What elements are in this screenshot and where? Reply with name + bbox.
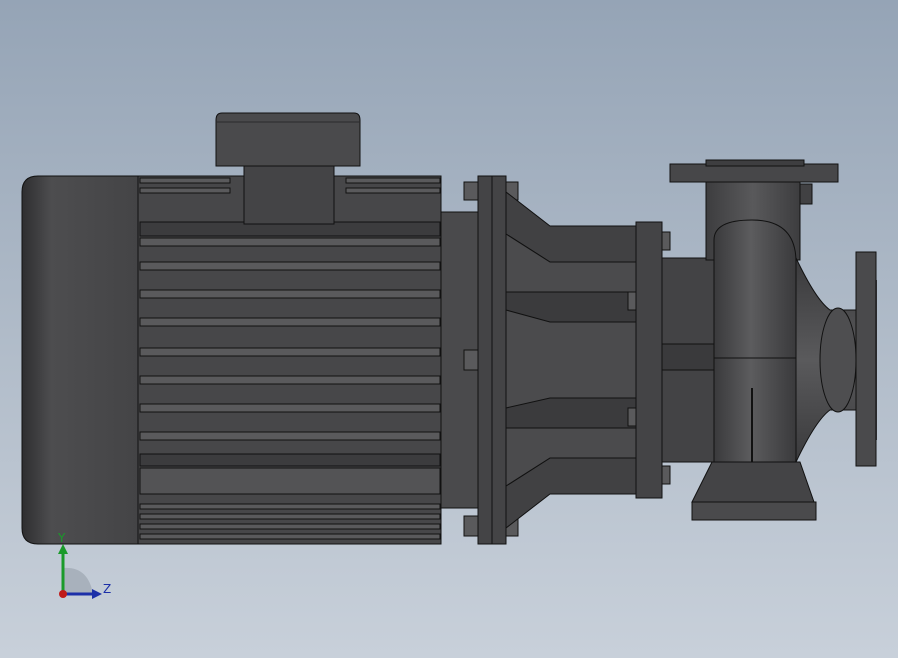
terminal-box bbox=[215, 112, 361, 167]
reference-triad: Y Z bbox=[57, 531, 111, 599]
pump-3d-model[interactable] bbox=[0, 0, 898, 658]
y-axis-label: Y bbox=[57, 531, 66, 545]
bracket-body bbox=[505, 233, 637, 487]
pump-base-plate bbox=[691, 501, 817, 521]
volute-casing bbox=[713, 219, 797, 501]
x-axis-indicator bbox=[59, 590, 67, 598]
triad-xy-plane-indicator bbox=[63, 567, 93, 594]
motor-end-cap bbox=[21, 175, 141, 545]
pump-flange bbox=[635, 221, 663, 499]
terminal-box-neck bbox=[243, 165, 335, 225]
discharge-flange bbox=[669, 163, 839, 183]
z-axis-label: Z bbox=[103, 582, 111, 596]
suction-flange bbox=[855, 251, 877, 467]
pump-foot bbox=[691, 461, 815, 503]
graphics-viewport[interactable]: Y Z bbox=[0, 0, 898, 658]
